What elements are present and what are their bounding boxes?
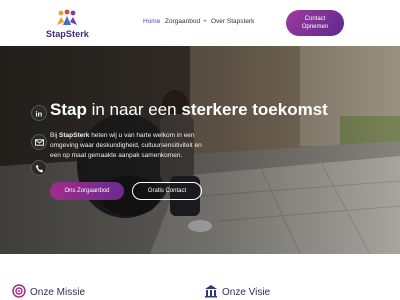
nav-item-zorgaanbod-label: Zorgaanbod xyxy=(165,18,201,25)
nav-item-over-stapsterk[interactable]: Over Stapsterk xyxy=(211,18,254,25)
phone-button[interactable] xyxy=(31,160,47,176)
linkedin-button[interactable]: in xyxy=(31,105,47,121)
nav-item-zorgaanbod[interactable]: Zorgaanbod + xyxy=(165,18,207,25)
site-header: StapSterk Home Zorgaanbod + Over Stapster… xyxy=(0,0,400,46)
contact-opnemen-button[interactable]: Contact Opnemen xyxy=(286,10,344,36)
svg-text:in: in xyxy=(36,110,43,119)
hero-title-emphasis: sterkere toekomst xyxy=(181,100,328,119)
ons-zorgaanbod-button[interactable]: Ons Zorgaanbod xyxy=(50,182,124,200)
hero-title-stap: Stap xyxy=(50,100,87,119)
nav-item-home[interactable]: Home xyxy=(143,18,160,25)
target-icon xyxy=(12,284,26,298)
section-missie-title: Onze Missie xyxy=(30,287,86,298)
section-onze-missie: Onze Missie xyxy=(12,284,85,298)
building-icon xyxy=(205,285,217,298)
mail-icon xyxy=(35,139,44,146)
expand-plus-icon[interactable]: + xyxy=(203,18,207,25)
hero-title-middle: in naar een xyxy=(86,100,182,119)
phone-icon xyxy=(35,164,44,173)
section-visie-title: Onze Visie xyxy=(222,287,271,298)
logo-mark-icon xyxy=(57,9,77,25)
hero-title: Stap in naar een sterkere toekomst xyxy=(50,100,328,120)
logo[interactable]: StapSterk xyxy=(44,9,90,39)
contact-button-line2: Opnemen xyxy=(301,24,329,30)
hero-text-brand: StapSterk xyxy=(59,132,90,139)
hero-text-prefix: Bij xyxy=(50,132,60,139)
mail-button[interactable] xyxy=(31,134,47,150)
linkedin-icon: in xyxy=(36,110,43,119)
gratis-contact-button[interactable]: Gratis Contact xyxy=(132,182,202,200)
section-onze-visie: Onze Visie xyxy=(204,284,270,298)
hero-section: in Stap in naar een sterkere toekomst Bi… xyxy=(0,46,400,254)
contact-button-line1: Contact xyxy=(304,16,326,22)
hero-description: Bij StapSterk heten wij u van harte welk… xyxy=(50,131,210,161)
logo-text: StapSterk xyxy=(46,29,89,39)
